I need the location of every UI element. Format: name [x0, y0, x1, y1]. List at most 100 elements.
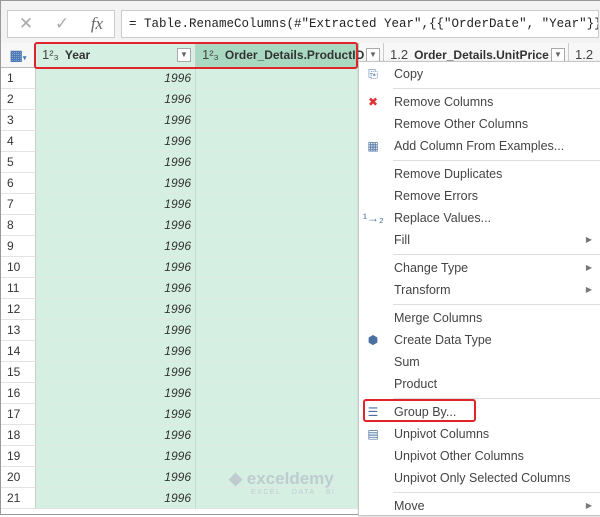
menu-item-add-column-from-examples[interactable]: ▦ Add Column From Examples...: [359, 135, 600, 157]
menu-item-sum[interactable]: Sum: [359, 351, 600, 373]
row-number[interactable]: 4: [1, 131, 36, 152]
year-cell[interactable]: 1996: [36, 215, 196, 236]
row-number[interactable]: 16: [1, 383, 36, 404]
copy-icon: ⎘: [368, 67, 378, 81]
productid-cell[interactable]: [196, 215, 359, 236]
productid-cell[interactable]: [196, 194, 359, 215]
productid-cell[interactable]: [196, 68, 359, 89]
year-cell[interactable]: 1996: [36, 446, 196, 467]
productid-cell[interactable]: [196, 110, 359, 131]
menu-item-remove-errors[interactable]: Remove Errors: [359, 185, 600, 207]
row-number[interactable]: 14: [1, 341, 36, 362]
menu-item-unpivot-columns[interactable]: ▤ Unpivot Columns: [359, 423, 600, 445]
productid-cell[interactable]: [196, 257, 359, 278]
menu-item-remove-duplicates[interactable]: Remove Duplicates: [359, 163, 600, 185]
menu-item-label: Remove Other Columns: [394, 117, 529, 131]
confirm-icon[interactable]: ✓: [55, 14, 69, 34]
menu-item-transform[interactable]: Transform ▶: [359, 279, 600, 301]
row-number[interactable]: 3: [1, 110, 36, 131]
productid-cell[interactable]: [196, 152, 359, 173]
productid-cell[interactable]: [196, 446, 359, 467]
table-menu-icon[interactable]: ▦▾: [1, 43, 36, 68]
productid-cell[interactable]: [196, 131, 359, 152]
year-cell[interactable]: 1996: [36, 194, 196, 215]
year-cell[interactable]: 1996: [36, 68, 196, 89]
row-number[interactable]: 10: [1, 257, 36, 278]
cancel-icon[interactable]: ✕: [19, 14, 33, 34]
productid-cell[interactable]: [196, 89, 359, 110]
year-cell[interactable]: 1996: [36, 110, 196, 131]
remove-columns-icon: ✖: [367, 95, 379, 109]
row-number[interactable]: 17: [1, 404, 36, 425]
menu-item-label: Change Type: [394, 261, 469, 275]
row-number[interactable]: 19: [1, 446, 36, 467]
row-number[interactable]: 8: [1, 215, 36, 236]
row-number[interactable]: 13: [1, 320, 36, 341]
menu-item-create-data-type[interactable]: ⬢ Create Data Type: [359, 329, 600, 351]
decimal-type-icon[interactable]: 1.2: [390, 47, 408, 62]
year-cell[interactable]: 1996: [36, 89, 196, 110]
productid-cell[interactable]: [196, 173, 359, 194]
menu-item-remove-other-columns[interactable]: Remove Other Columns: [359, 113, 600, 135]
year-cell[interactable]: 1996: [36, 131, 196, 152]
productid-cell[interactable]: [196, 278, 359, 299]
year-cell[interactable]: 1996: [36, 404, 196, 425]
row-number[interactable]: 20: [1, 467, 36, 488]
menu-item-product[interactable]: Product: [359, 373, 600, 395]
year-cell[interactable]: 1996: [36, 362, 196, 383]
menu-item-merge-columns[interactable]: Merge Columns: [359, 307, 600, 329]
row-number[interactable]: 7: [1, 194, 36, 215]
year-cell[interactable]: 1996: [36, 173, 196, 194]
productid-cell[interactable]: [196, 383, 359, 404]
menu-item-label: Create Data Type: [394, 333, 492, 347]
year-cell[interactable]: 1996: [36, 488, 196, 509]
row-number[interactable]: 12: [1, 299, 36, 320]
menu-separator: [393, 160, 600, 161]
filter-dropdown-icon[interactable]: ▼: [551, 48, 565, 62]
menu-item-unpivot-only-selected-columns[interactable]: Unpivot Only Selected Columns: [359, 467, 600, 489]
row-number[interactable]: 2: [1, 89, 36, 110]
year-cell[interactable]: 1996: [36, 467, 196, 488]
year-cell[interactable]: 1996: [36, 341, 196, 362]
row-number[interactable]: 18: [1, 425, 36, 446]
menu-item-label: Sum: [394, 355, 420, 369]
context-menu: ⎘ Copy ✖ Remove Columns Remove Other Columns…: [358, 61, 600, 516]
menu-item-replace-values[interactable]: ¹→₂ Replace Values...: [359, 207, 600, 229]
productid-cell[interactable]: [196, 341, 359, 362]
productid-cell[interactable]: [196, 404, 359, 425]
menu-item-copy[interactable]: ⎘ Copy: [359, 63, 600, 85]
productid-cell[interactable]: [196, 362, 359, 383]
formula-bar: ✕ ✓ fx = Table.RenameColumns(#"Extracted…: [1, 1, 600, 43]
row-number[interactable]: 9: [1, 236, 36, 257]
fx-icon[interactable]: fx: [91, 14, 103, 34]
menu-item-move[interactable]: Move ▶: [359, 495, 600, 517]
row-number[interactable]: 6: [1, 173, 36, 194]
year-cell[interactable]: 1996: [36, 152, 196, 173]
highlight-box-headers: [34, 42, 358, 69]
row-number[interactable]: 15: [1, 362, 36, 383]
row-number[interactable]: 5: [1, 152, 36, 173]
productid-cell[interactable]: [196, 320, 359, 341]
menu-item-label: Unpivot Other Columns: [394, 449, 524, 463]
formula-input[interactable]: = Table.RenameColumns(#"Extracted Year",…: [121, 10, 599, 38]
productid-cell[interactable]: [196, 236, 359, 257]
year-cell[interactable]: 1996: [36, 236, 196, 257]
menu-item-unpivot-other-columns[interactable]: Unpivot Other Columns: [359, 445, 600, 467]
year-cell[interactable]: 1996: [36, 425, 196, 446]
year-cell[interactable]: 1996: [36, 383, 196, 404]
row-number[interactable]: 21: [1, 488, 36, 509]
menu-item-change-type[interactable]: Change Type ▶: [359, 257, 600, 279]
year-cell[interactable]: 1996: [36, 278, 196, 299]
year-cell[interactable]: 1996: [36, 320, 196, 341]
menu-separator: [393, 254, 600, 255]
year-cell[interactable]: 1996: [36, 257, 196, 278]
row-number[interactable]: 11: [1, 278, 36, 299]
menu-item-remove-columns[interactable]: ✖ Remove Columns: [359, 91, 600, 113]
productid-cell[interactable]: [196, 299, 359, 320]
row-number[interactable]: 1: [1, 68, 36, 89]
year-cell[interactable]: 1996: [36, 299, 196, 320]
productid-cell[interactable]: [196, 425, 359, 446]
menu-item-fill[interactable]: Fill ▶: [359, 229, 600, 251]
filter-dropdown-icon[interactable]: ▼: [366, 48, 380, 62]
decimal-type-icon[interactable]: 1.2: [575, 47, 593, 62]
